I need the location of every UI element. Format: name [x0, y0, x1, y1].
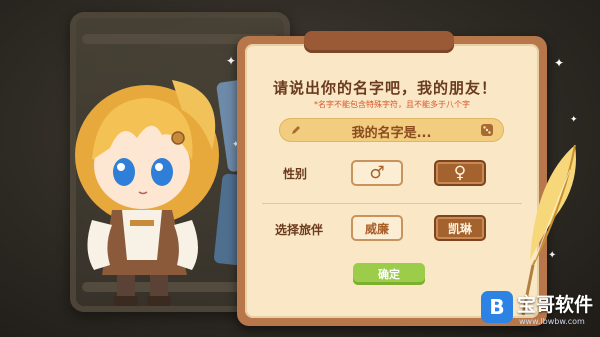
sparkle-icon: ✦ — [570, 115, 578, 125]
sparkle-icon: ✦ — [226, 54, 237, 68]
divider — [262, 203, 522, 204]
name-input[interactable]: 我的名字是... — [279, 118, 504, 142]
companion-karin-button[interactable]: 凯琳 — [434, 215, 486, 241]
gender-label: 性别 — [283, 167, 308, 181]
watermark-url: www.lbwbw.com — [519, 317, 585, 326]
watermark-text: 宝哥软件 — [517, 294, 594, 316]
name-placeholder: 我的名字是... — [351, 126, 432, 141]
watermark-logo-icon: B — [481, 291, 513, 323]
sparkle-icon: ✦ — [554, 56, 565, 70]
male-button[interactable]: ♂ — [351, 160, 403, 186]
clipboard-clip — [304, 31, 454, 53]
dialog-title: 请说出你的名字吧，我的朋友！ — [272, 79, 497, 97]
site-watermark: B 宝哥软件 www.lbwbw.com — [481, 289, 599, 333]
name-rule-hint: *名字不能包含特殊字符，且不能多于八个字 — [314, 100, 470, 109]
random-dice-icon[interactable] — [480, 123, 494, 137]
companion-william-button[interactable]: 威廉 — [351, 215, 403, 241]
companion-label: 选择旅伴 — [275, 223, 324, 237]
confirm-button[interactable]: 确定 — [353, 263, 425, 285]
female-button[interactable]: ♀ — [434, 160, 486, 186]
